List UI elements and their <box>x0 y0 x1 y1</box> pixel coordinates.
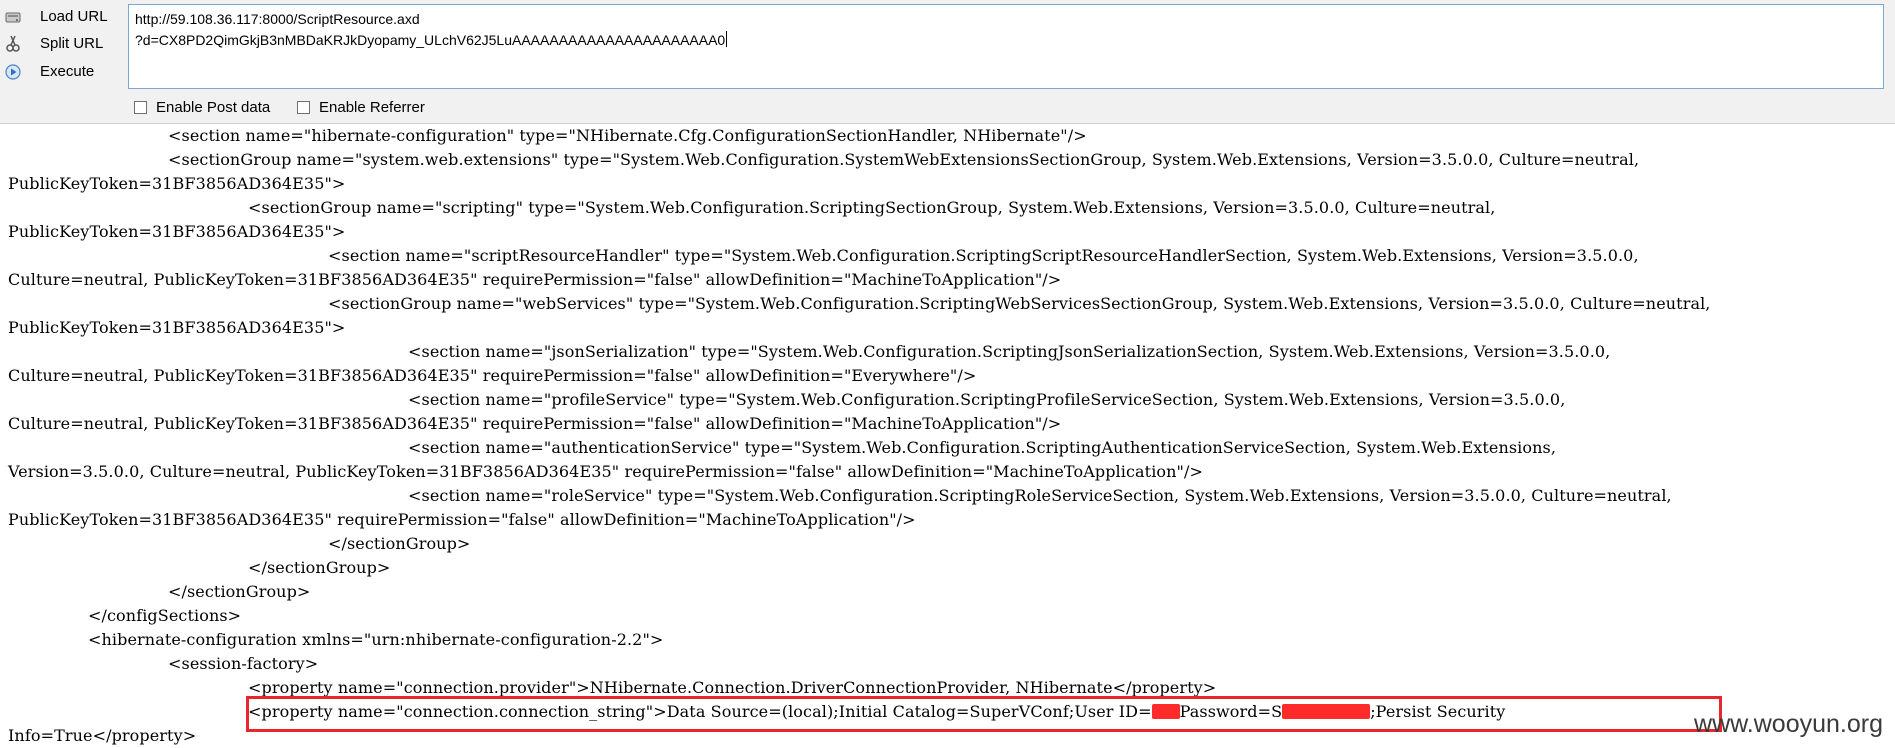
source-line: </sectionGroup> <box>168 582 311 601</box>
url-line-2: ?d=CX8PD2QimGkjB3nMBDaKRJkDyopamy_ULchV6… <box>135 30 1877 51</box>
execute-label: Execute <box>40 63 95 80</box>
enable-post-data-checkbox[interactable]: Enable Post data <box>134 99 270 116</box>
connection-string-line: <property name="connection.connection_st… <box>8 700 1888 724</box>
text-caret <box>726 31 728 47</box>
source-line: <section name="scriptResourceHandler" ty… <box>328 246 1639 265</box>
password-label: Password=S <box>1179 702 1283 721</box>
source-line: PublicKeyToken=31BF3856AD364E35"> <box>8 222 346 241</box>
url-line-1: http://59.108.36.117:8000/ScriptResource… <box>135 11 420 27</box>
source-line: <sectionGroup name="scripting" type="Sys… <box>248 198 1496 217</box>
source-line: Culture=neutral, PublicKeyToken=31BF3856… <box>8 270 1062 289</box>
load-url-button[interactable]: Load URL <box>0 4 124 30</box>
source-line: <section name="profileService" type="Sys… <box>408 390 1566 409</box>
source-line: Culture=neutral, PublicKeyToken=31BF3856… <box>8 366 977 385</box>
enable-referrer-box[interactable] <box>297 101 310 114</box>
enable-post-data-box[interactable] <box>134 101 147 114</box>
connection-string-prefix: <property name="connection.connection_st… <box>248 702 1152 721</box>
source-line: <sectionGroup name="webServices" type="S… <box>328 294 1711 313</box>
enable-referrer-label: Enable Referrer <box>319 99 425 116</box>
source-line: </configSections> <box>88 606 242 625</box>
split-url-button[interactable]: Split URL <box>0 31 124 57</box>
hackbar-toolbar: Load URL Split URL Execute http://59.108… <box>0 0 1895 124</box>
source-line: <section name="authenticationService" ty… <box>408 438 1557 457</box>
connection-string-suffix: ;Persist Security <box>1370 702 1506 721</box>
source-line: <section name="jsonSerialization" type="… <box>408 342 1611 361</box>
enable-post-data-label: Enable Post data <box>156 99 271 116</box>
source-line: <section name="roleService" type="System… <box>408 486 1672 505</box>
redacted-user-id <box>1151 704 1180 719</box>
source-line: <section name="hibernate-configuration" … <box>168 126 1087 145</box>
source-line: PublicKeyToken=31BF3856AD364E35" require… <box>8 510 916 529</box>
source-line: PublicKeyToken=31BF3856AD364E35"> <box>8 318 346 337</box>
execute-button[interactable]: Execute <box>0 59 124 85</box>
source-line: <sectionGroup name="system.web.extension… <box>168 150 1640 169</box>
source-line: </sectionGroup> <box>328 534 471 553</box>
source-line: Info=True</property> <box>8 726 197 745</box>
source-line: <session-factory> <box>168 654 319 673</box>
source-line: PublicKeyToken=31BF3856AD364E35"> <box>8 174 346 193</box>
url-input[interactable]: http://59.108.36.117:8000/ScriptResource… <box>128 4 1884 89</box>
source-line: Culture=neutral, PublicKeyToken=31BF3856… <box>8 414 1062 433</box>
enable-referrer-checkbox[interactable]: Enable Referrer <box>297 99 425 116</box>
source-line: <property name="connection.provider">NHi… <box>248 678 1217 697</box>
page-source: <section name="hibernate-configuration" … <box>8 124 1888 748</box>
load-url-icon <box>4 9 21 25</box>
load-url-label: Load URL <box>40 8 108 25</box>
split-url-icon <box>4 35 21 52</box>
split-url-label: Split URL <box>40 35 104 52</box>
watermark: www.wooyun.org <box>1694 710 1883 738</box>
redacted-password <box>1282 704 1371 719</box>
source-line: <hibernate-configuration xmlns="urn:nhib… <box>88 630 664 649</box>
source-line: Version=3.5.0.0, Culture=neutral, Public… <box>8 462 1204 481</box>
url-line-2-text: ?d=CX8PD2QimGkjB3nMBDaKRJkDyopamy_ULchV6… <box>135 32 726 48</box>
source-line: </sectionGroup> <box>248 558 391 577</box>
execute-icon <box>4 64 21 80</box>
